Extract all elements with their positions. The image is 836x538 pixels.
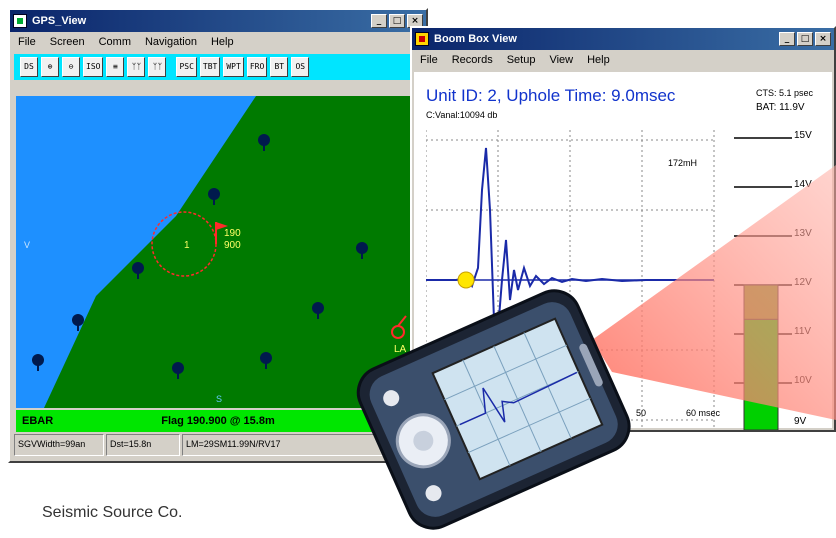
zoom-out-icon[interactable]: ⊖ — [62, 57, 80, 77]
menu-records[interactable]: Records — [452, 54, 493, 66]
toolbar-flag-button-1[interactable]: ᛉᛉ — [127, 57, 146, 77]
menu-setup[interactable]: Setup — [507, 54, 536, 66]
cts-readout: CTS: 5.1 psec — [756, 88, 814, 98]
toolbar-iso-button[interactable]: ISO — [83, 57, 104, 77]
toolbar-list-button[interactable]: ≡ — [106, 57, 125, 77]
gauge-label-13v: 13V — [794, 228, 812, 239]
menu-file[interactable]: File — [420, 54, 438, 66]
battery-readout: BAT: 11.9V — [756, 102, 805, 113]
menu-view[interactable]: View — [549, 54, 573, 66]
gauge-upper-segment — [743, 284, 779, 320]
flag-label-bottom: 900 — [224, 240, 241, 251]
gps-menubar: File Screen Comm Navigation Help — [10, 32, 426, 52]
maximize-icon[interactable]: □ — [389, 14, 405, 28]
close-icon[interactable]: × — [815, 32, 831, 46]
menu-help[interactable]: Help — [587, 54, 610, 66]
left-label: V — [24, 240, 30, 250]
gauge-label-12v: 12V — [794, 277, 812, 288]
toolbar-ds-button[interactable]: DS — [20, 57, 38, 77]
boombox-menubar: File Records Setup View Help — [412, 50, 834, 70]
bottom-label: S — [216, 394, 222, 404]
toolbar-fro-button[interactable]: FRO — [246, 57, 268, 77]
battery-voltage-gauge: 15V 14V 13V 12V 11V 10V 9V — [732, 130, 832, 433]
maximize-icon[interactable]: □ — [797, 32, 813, 46]
toolbar-tbt-button[interactable]: TBT — [199, 57, 221, 77]
gps-toolbar: DS ⊕ ⊖ ISO ≡ ᛉᛉ ᛉᛉ PSC TBT WPT FRO BT OS — [14, 54, 422, 80]
menu-comm[interactable]: Comm — [99, 36, 131, 48]
menu-screen[interactable]: Screen — [50, 36, 85, 48]
time-tick-60: 60 msec — [686, 408, 721, 418]
menu-file[interactable]: File — [18, 36, 36, 48]
gauge-label-10v: 10V — [794, 375, 812, 386]
c-value-readout: C:Vanal:10094 db — [426, 110, 498, 120]
toolbar-os-button[interactable]: OS — [291, 57, 310, 77]
flag-label-top: 190 — [224, 228, 241, 239]
unit-uphole-heading: Unit ID: 2, Uphole Time: 9.0msec — [426, 86, 676, 105]
company-name: Seismic Source Co. — [42, 504, 183, 521]
boombox-titlebar[interactable]: Boom Box View _ □ × — [412, 28, 834, 50]
gps-titlebar[interactable]: GPS_View _ □ × — [10, 10, 426, 32]
circle-label: 1 — [184, 240, 190, 251]
menu-help[interactable]: Help — [211, 36, 234, 48]
toolbar-flag-button-2[interactable]: ᛉᛉ — [148, 57, 167, 77]
gauge-label-15v: 15V — [794, 130, 812, 141]
gps-window-title: GPS_View — [32, 15, 87, 27]
status-cell-dst: Dst=15.8n — [106, 434, 180, 456]
gauge-label-9v: 9V — [794, 416, 807, 427]
menu-navigation[interactable]: Navigation — [145, 36, 197, 48]
status-cell-width: SGVWidth=99an — [14, 434, 104, 456]
status-ebar: EBAR — [22, 415, 54, 427]
zoom-in-icon[interactable]: ⊕ — [41, 57, 59, 77]
toolbar-wpt-button[interactable]: WPT — [223, 57, 244, 77]
gps-app-icon — [13, 14, 27, 28]
toolbar-psc-button[interactable]: PSC — [176, 57, 197, 77]
gauge-label-14v: 14V — [794, 179, 812, 190]
boombox-app-icon — [415, 32, 429, 46]
trace-time-label: 172mH — [668, 158, 697, 168]
minimize-icon[interactable]: _ — [371, 14, 387, 28]
boombox-window-title: Boom Box View — [434, 33, 517, 45]
status-flag-distance: Flag 190.900 @ 15.8m — [161, 415, 275, 427]
toolbar-bt-button[interactable]: BT — [270, 57, 289, 77]
pda-device — [335, 275, 655, 538]
minimize-icon[interactable]: _ — [779, 32, 795, 46]
gauge-label-11v: 11V — [794, 326, 812, 337]
